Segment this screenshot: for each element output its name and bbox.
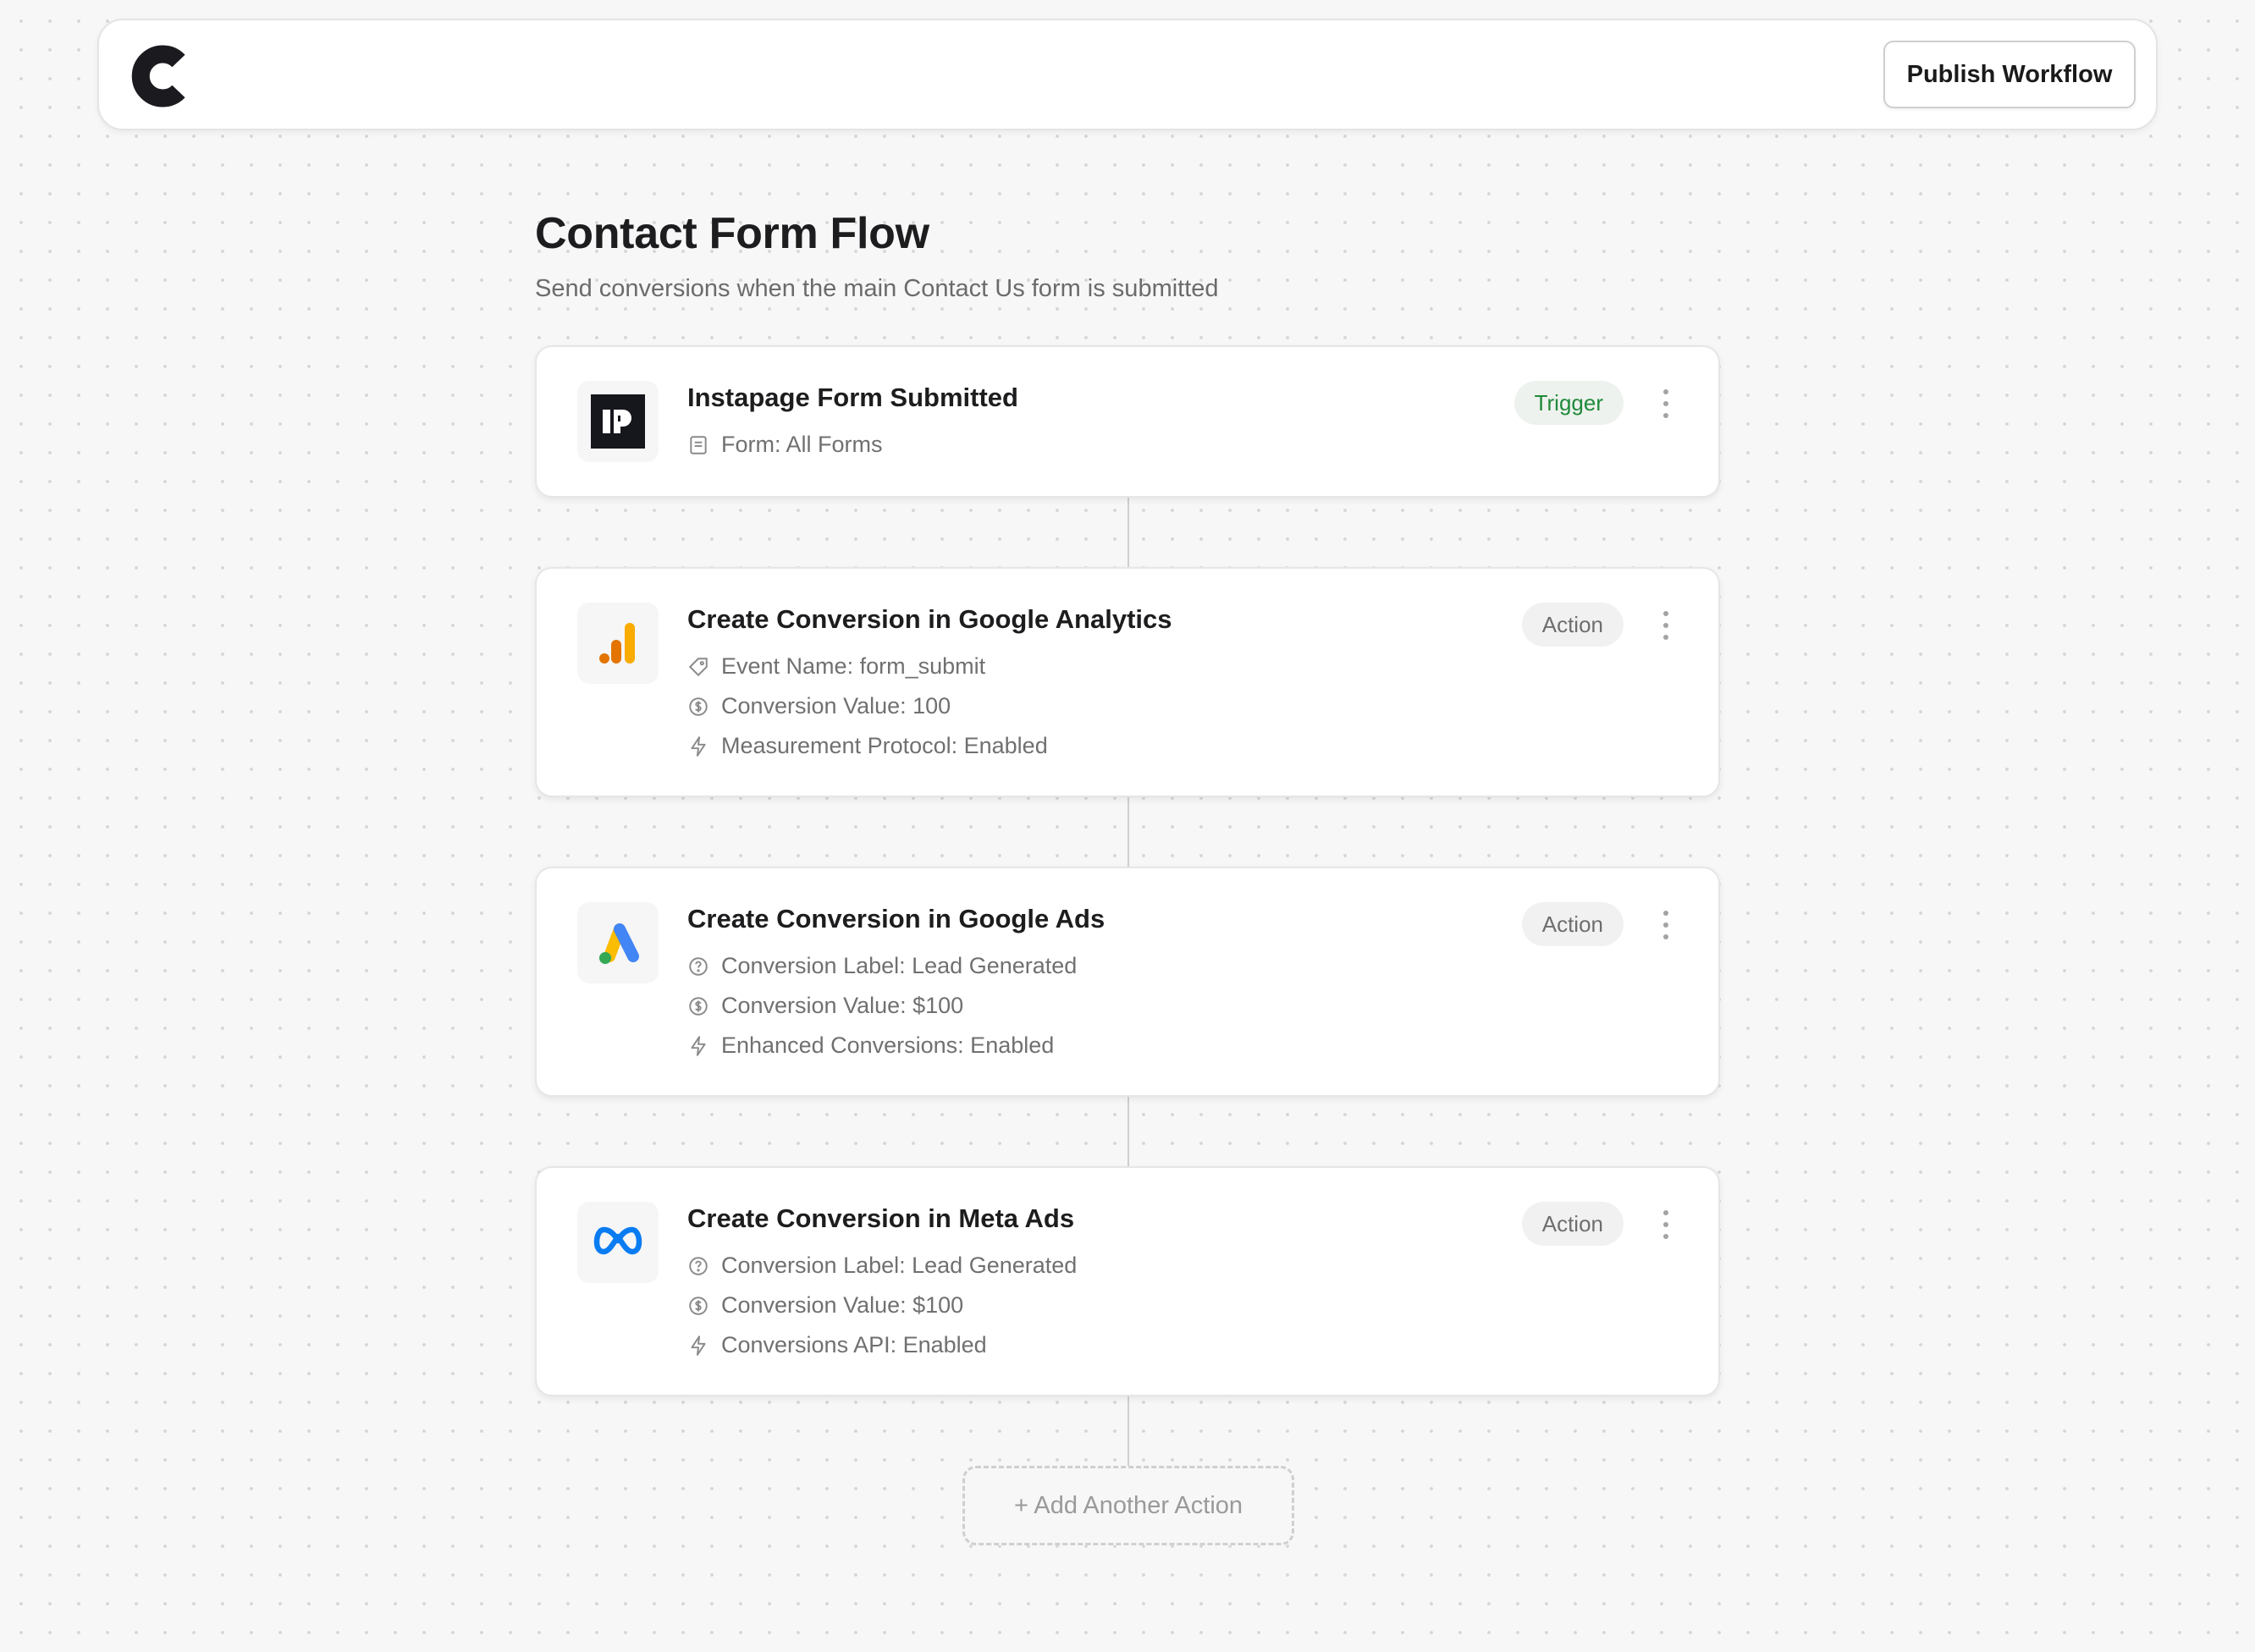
tag-icon	[688, 657, 708, 676]
trigger-badge: Trigger	[1513, 381, 1624, 425]
step-detail-text: Form: All Forms	[721, 432, 883, 457]
step-detail: Conversion Label: Lead Generated	[687, 953, 1077, 979]
help-circle-icon	[689, 956, 708, 976]
step-detail-text: Enhanced Conversions: Enabled	[721, 1032, 1055, 1058]
dollar-icon	[689, 1296, 708, 1315]
step-title: Create Conversion in Google Analytics	[687, 604, 1172, 634]
step-detail-text: Conversion Label: Lead Generated	[721, 1253, 1078, 1278]
step-detail-text: Conversion Value: $100	[721, 1292, 964, 1318]
step-detail-text: Conversions API: Enabled	[721, 1332, 987, 1357]
more-options-icon[interactable]	[1659, 1210, 1673, 1239]
google-ads-icon	[577, 902, 659, 983]
bolt-icon	[691, 1335, 706, 1356]
action-card[interactable]: Create Conversion in Google Analytics Ev…	[535, 567, 1720, 797]
more-options-icon[interactable]	[1659, 389, 1673, 418]
step-detail: Conversion Label: Lead Generated	[687, 1253, 1077, 1279]
c-logo-icon[interactable]	[126, 42, 194, 110]
step-detail: Measurement Protocol: Enabled	[687, 733, 1048, 759]
action-badge: Action	[1521, 603, 1624, 647]
trigger-card[interactable]: Instapage Form Submitted Form: All Forms…	[535, 345, 1720, 498]
help-circle-icon	[689, 1256, 708, 1275]
step-title: Create Conversion in Meta Ads	[687, 1203, 1075, 1233]
action-card[interactable]: Create Conversion in Meta Ads Conversion…	[535, 1166, 1720, 1396]
flow-connector	[1128, 1097, 1129, 1166]
top-bar: Publish Workflow	[97, 19, 2158, 130]
step-detail: Conversions API: Enabled	[687, 1332, 987, 1358]
step-title: Create Conversion in Google Ads	[687, 904, 1105, 933]
step-detail-text: Measurement Protocol: Enabled	[721, 733, 1048, 758]
action-card[interactable]: Create Conversion in Google Ads Conversi…	[535, 867, 1720, 1097]
page-title: Contact Form Flow	[535, 209, 929, 258]
bolt-icon	[691, 1035, 706, 1056]
google-analytics-icon	[577, 603, 659, 684]
page-subtitle: Send conversions when the main Contact U…	[535, 275, 1219, 302]
step-detail: Form: All Forms	[687, 432, 883, 458]
step-title: Instapage Form Submitted	[687, 383, 1018, 412]
flow-connector	[1128, 498, 1129, 567]
action-badge: Action	[1521, 1202, 1624, 1246]
step-detail: Conversion Value: 100	[687, 693, 951, 719]
dollar-icon	[689, 996, 708, 1016]
step-detail-text: Conversion Label: Lead Generated	[721, 953, 1078, 978]
publish-workflow-button[interactable]: Publish Workflow	[1883, 41, 2136, 108]
step-detail-text: Event Name: form_submit	[721, 653, 986, 679]
add-another-action-button[interactable]: + Add Another Action	[962, 1466, 1294, 1545]
flow-connector	[1128, 1396, 1129, 1466]
form-icon	[690, 435, 707, 454]
bolt-icon	[691, 735, 706, 757]
dollar-icon	[689, 697, 708, 716]
step-detail: Enhanced Conversions: Enabled	[687, 1032, 1054, 1059]
step-detail: Event Name: form_submit	[687, 653, 985, 680]
flow-connector	[1128, 797, 1129, 867]
step-detail: Conversion Value: $100	[687, 1292, 963, 1319]
step-detail-text: Conversion Value: $100	[721, 993, 964, 1018]
action-badge: Action	[1521, 902, 1624, 946]
more-options-icon[interactable]	[1659, 911, 1673, 939]
step-detail-text: Conversion Value: 100	[721, 693, 951, 719]
more-options-icon[interactable]	[1659, 611, 1673, 640]
step-detail: Conversion Value: $100	[687, 993, 963, 1019]
meta-icon	[577, 1202, 659, 1283]
instapage-icon	[577, 381, 659, 462]
